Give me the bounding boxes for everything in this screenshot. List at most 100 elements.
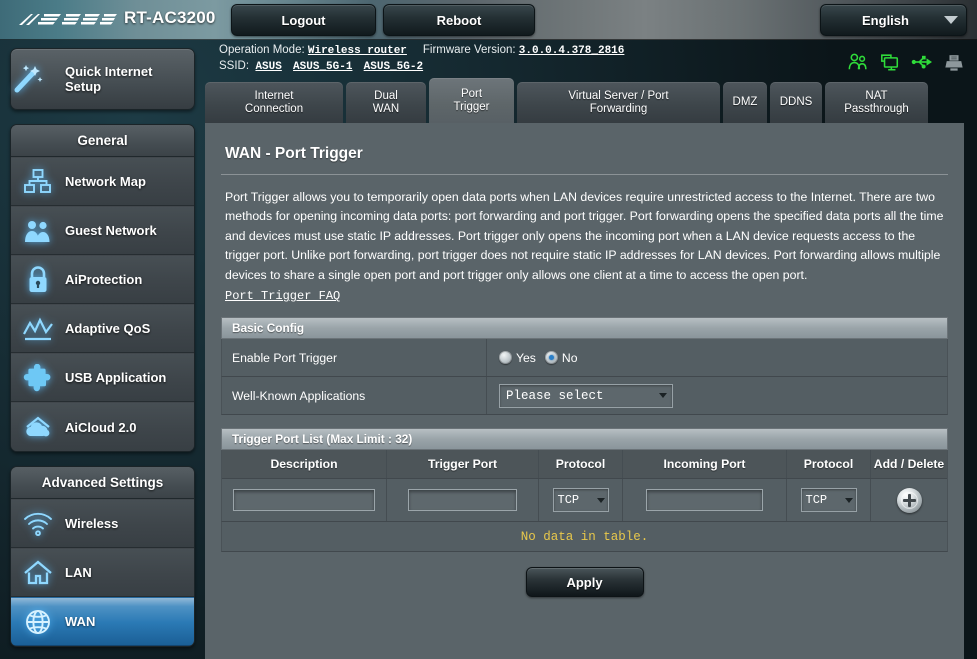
chevron-down-icon: [654, 393, 672, 399]
port-trigger-faq-link[interactable]: Port Trigger FAQ: [225, 289, 340, 303]
quick-internet-setup-label: Quick Internet Setup: [65, 64, 153, 94]
tab-dmz[interactable]: DMZ: [723, 82, 767, 123]
language-label: English: [862, 12, 909, 28]
tab-nat-passthrough[interactable]: NAT Passthrough: [825, 82, 928, 123]
chart-qos-icon: [11, 315, 65, 343]
protocol-2-select[interactable]: TCP: [800, 488, 857, 513]
sidebar-item-guest-network[interactable]: Guest Network: [11, 206, 194, 255]
page-title: WAN - Port Trigger: [225, 145, 363, 162]
plus-circle-icon[interactable]: [896, 487, 922, 513]
basic-config-block: Basic Config Enable Port Trigger Yes No …: [221, 317, 948, 416]
sidebar-group-advanced-settings: Advanced Settings Wireless LAN WAN: [10, 466, 195, 647]
row-well-known-applications: Well-Known Applications Please select: [221, 377, 948, 416]
trigger-port-input[interactable]: [408, 489, 517, 512]
empty-table-message: No data in table.: [221, 522, 948, 553]
well-known-applications-select[interactable]: Please select: [499, 383, 673, 408]
left-sidebar: Quick Internet Setup General Network Map…: [0, 48, 205, 647]
quick-internet-setup-button[interactable]: Quick Internet Setup: [10, 48, 195, 110]
sidebar-item-lan[interactable]: LAN: [11, 548, 194, 597]
language-selector[interactable]: English: [820, 4, 967, 36]
router-model-name: RT-AC3200: [124, 8, 216, 27]
ssid-link-2[interactable]: ASUS_5G-1: [293, 61, 352, 73]
sidebar-group-general: General Network Map Guest Network AiProt…: [10, 124, 195, 452]
cell-description: [222, 479, 387, 522]
row-enable-port-trigger: Enable Port Trigger Yes No: [221, 339, 948, 378]
protocol-2-value: TCP: [805, 493, 828, 508]
tab-ddns[interactable]: DDNS: [770, 82, 822, 123]
sidebar-item-usb-application[interactable]: USB Application: [11, 353, 194, 402]
globe-icon: [11, 607, 65, 637]
sidebar-item-network-map-label: Network Map: [65, 174, 146, 189]
trigger-port-list-block: Trigger Port List (Max Limit : 32) Descr…: [221, 428, 948, 553]
protocol-1-select[interactable]: TCP: [552, 488, 609, 513]
tab-virtual-server-port-forwarding[interactable]: Virtual Server / Port Forwarding: [517, 82, 720, 123]
ssid-label: SSID:: [219, 60, 250, 72]
sidebar-group-general-title: General: [11, 125, 194, 157]
table-header-row: Description Trigger Port Protocol Incomi…: [222, 450, 947, 480]
sidebar-item-aiprotection-label: AiProtection: [65, 272, 143, 287]
operation-mode-value[interactable]: Wireless router: [308, 45, 407, 57]
radio-no[interactable]: No: [544, 350, 578, 365]
ssid-link-3[interactable]: ASUS_5G-2: [364, 61, 423, 73]
cloud-home-icon: [11, 413, 65, 441]
main-content-panel: WAN - Port Trigger Port Trigger allows y…: [205, 123, 964, 659]
trigger-port-table: Description Trigger Port Protocol Incomi…: [221, 450, 948, 523]
footer-actions: Apply: [217, 567, 952, 598]
system-info-bar: Operation Mode: Wireless router Firmware…: [205, 40, 977, 78]
tab-port-trigger[interactable]: Port Trigger: [429, 78, 514, 123]
sidebar-item-aicloud[interactable]: AiCloud 2.0: [11, 402, 194, 451]
table-input-row: TCP TCP: [222, 479, 947, 522]
sidebar-item-wan[interactable]: WAN: [11, 597, 194, 646]
info-row-mode-firmware: Operation Mode: Wireless router Firmware…: [219, 44, 624, 57]
col-header-description: Description: [222, 450, 387, 479]
well-known-applications-controls: Please select: [487, 383, 947, 408]
col-header-add-delete: Add / Delete: [871, 450, 947, 479]
magic-wand-icon: [11, 62, 65, 96]
sidebar-item-guest-network-label: Guest Network: [65, 223, 157, 238]
chevron-down-icon: [842, 497, 856, 503]
description-input[interactable]: [233, 489, 375, 512]
sidebar-item-adaptive-qos-label: Adaptive QoS: [65, 321, 151, 336]
cell-protocol-1: TCP: [539, 479, 623, 522]
usb-icon[interactable]: [911, 52, 933, 72]
ssid-link-1[interactable]: ASUS: [255, 61, 281, 73]
col-header-protocol-2: Protocol: [787, 450, 871, 479]
firmware-version-value[interactable]: 3.0.0.4.378_2816: [519, 45, 625, 57]
cell-add-delete: [871, 479, 947, 521]
sidebar-item-wireless[interactable]: Wireless: [11, 499, 194, 548]
logout-button[interactable]: Logout: [231, 4, 376, 36]
radio-no-label: No: [561, 350, 578, 365]
operation-mode-label: Operation Mode:: [219, 44, 305, 56]
wifi-icon: [11, 510, 65, 538]
enable-port-trigger-label: Enable Port Trigger: [222, 339, 487, 377]
apply-button[interactable]: Apply: [525, 567, 644, 598]
sidebar-item-wireless-label: Wireless: [65, 516, 119, 531]
col-header-incoming-port: Incoming Port: [623, 450, 787, 479]
asus-logo: [18, 9, 118, 31]
radio-yes[interactable]: Yes: [499, 351, 536, 365]
sidebar-item-adaptive-qos[interactable]: Adaptive QoS: [11, 304, 194, 353]
well-known-applications-value: Please select: [506, 388, 604, 403]
lock-icon: [11, 265, 65, 295]
page-description: Port Trigger allows you to temporarily o…: [225, 190, 944, 282]
users-icon[interactable]: [847, 52, 869, 72]
wan-tab-bar: Internet Connection Dual WAN Port Trigger V…: [205, 78, 977, 123]
status-icon-tray: [847, 52, 965, 72]
chevron-down-icon: [936, 16, 966, 24]
printer-icon[interactable]: [943, 52, 965, 72]
incoming-port-input[interactable]: [645, 489, 764, 512]
tab-internet-connection[interactable]: Internet Connection: [205, 82, 343, 123]
network-map-icon: [11, 168, 65, 196]
network-monitor-icon[interactable]: [879, 52, 901, 72]
tab-dual-wan[interactable]: Dual WAN: [346, 82, 426, 123]
puzzle-icon: [11, 363, 65, 392]
trigger-port-list-header: Trigger Port List (Max Limit : 32): [221, 428, 948, 451]
sidebar-item-aiprotection[interactable]: AiProtection: [11, 255, 194, 304]
protocol-1-value: TCP: [557, 493, 580, 508]
reboot-button[interactable]: Reboot: [383, 4, 535, 36]
sidebar-item-network-map[interactable]: Network Map: [11, 157, 194, 206]
info-row-ssid: SSID: ASUS ASUS_5G-1 ASUS_5G-2: [219, 60, 431, 73]
sidebar-item-lan-label: LAN: [65, 565, 92, 580]
chevron-down-icon: [594, 497, 608, 503]
guest-network-icon: [11, 217, 65, 245]
